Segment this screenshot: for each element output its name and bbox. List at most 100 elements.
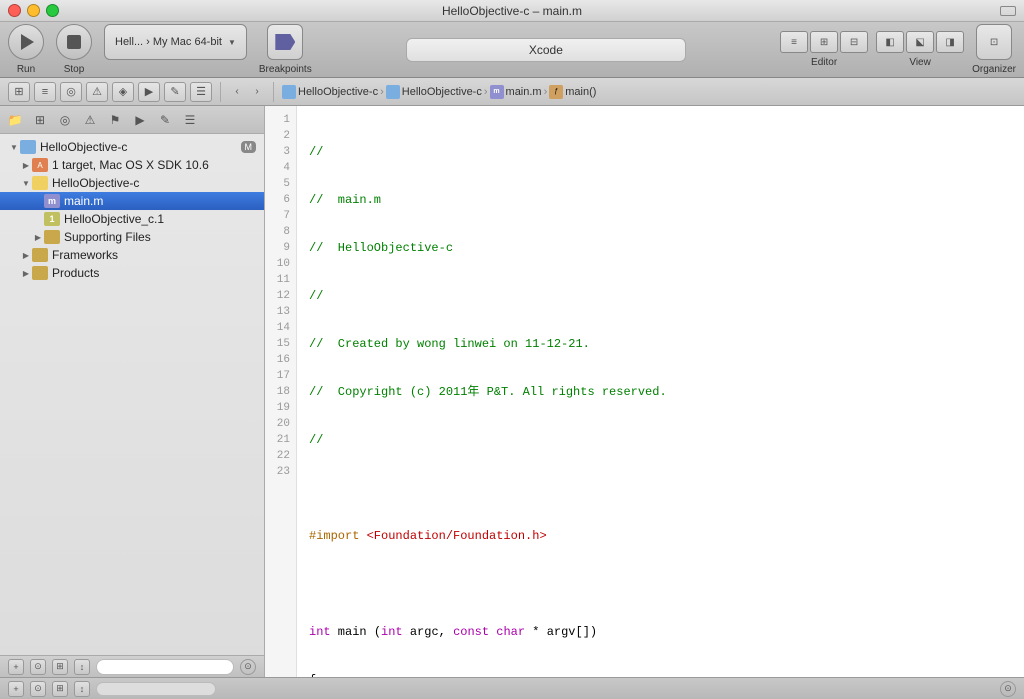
code-editor[interactable]: 1 2 3 4 5 6 7 8 9 10 11 12 13 14 15 16 1 bbox=[265, 106, 1024, 677]
code-line-10 bbox=[309, 576, 1012, 592]
tree-item-mainh[interactable]: 1 HelloObjective_c.1 bbox=[0, 210, 264, 228]
supporting-folder-icon bbox=[44, 230, 60, 244]
left-log-button[interactable]: ☰ bbox=[179, 110, 201, 130]
run-button[interactable] bbox=[8, 24, 44, 60]
organizer-group: ⊡ Organizer bbox=[972, 24, 1016, 75]
code-line-3: // HelloObjective-c bbox=[309, 240, 1012, 256]
xcode-display: Xcode bbox=[406, 38, 686, 62]
tree-item-target[interactable]: ▶ A 1 target, Mac OS X SDK 10.6 bbox=[0, 156, 264, 174]
target-label: 1 target, Mac OS X SDK 10.6 bbox=[52, 158, 209, 172]
breadcrumb-function[interactable]: main() bbox=[565, 86, 596, 98]
left-edit-button[interactable]: ✎ bbox=[154, 110, 176, 130]
products-label: Products bbox=[52, 266, 99, 280]
nav-list-button[interactable]: ≡ bbox=[34, 82, 56, 102]
tree-arrow-group: ▼ bbox=[20, 179, 32, 188]
left-grid-button[interactable]: ⊞ bbox=[52, 659, 68, 675]
run-group: Run bbox=[8, 24, 44, 75]
code-line-8 bbox=[309, 480, 1012, 496]
ln-2: 2 bbox=[265, 128, 296, 144]
file-tree: ▼ HelloObjective-c M ▶ A 1 target, Mac O… bbox=[0, 134, 264, 655]
stop-button[interactable] bbox=[56, 24, 92, 60]
left-play-button[interactable]: ▶ bbox=[129, 110, 151, 130]
editor-standard-button[interactable]: ≡ bbox=[780, 31, 808, 53]
breadcrumb-project[interactable]: HelloObjective-c bbox=[298, 86, 378, 98]
left-folder-button[interactable]: 📁 bbox=[4, 110, 26, 130]
tree-item-products[interactable]: ▶ Products bbox=[0, 264, 264, 282]
left-clock-button[interactable]: ⊙ bbox=[30, 659, 46, 675]
left-warn-button[interactable]: ⚠ bbox=[79, 110, 101, 130]
left-bottom-bar: + ⊙ ⊞ ↕ ⊙ bbox=[0, 655, 264, 677]
close-button[interactable] bbox=[8, 4, 21, 17]
left-list-button[interactable]: ⊞ bbox=[29, 110, 51, 130]
organizer-button[interactable]: ⊡ bbox=[976, 24, 1012, 60]
nav-folder-button[interactable]: ⊞ bbox=[8, 82, 30, 102]
editor-group: ≡ ⊞ ⊟ Editor bbox=[780, 31, 868, 68]
scheme-selector[interactable]: Hell... › My Mac 64-bit ▼ bbox=[104, 24, 247, 60]
editor-version-button[interactable]: ⊟ bbox=[840, 31, 868, 53]
left-sort-button[interactable]: ↕ bbox=[74, 659, 90, 675]
status-add-button[interactable]: + bbox=[8, 681, 24, 697]
view-bottom-button[interactable]: ⬕ bbox=[906, 31, 934, 53]
nav-search-button[interactable]: ◈ bbox=[112, 82, 134, 102]
code-content[interactable]: // // main.m // HelloObjective-c // // C… bbox=[297, 106, 1024, 677]
breadcrumb-sep-3: › bbox=[544, 86, 548, 98]
stop-icon bbox=[67, 35, 81, 49]
supporting-label: Supporting Files bbox=[64, 230, 151, 244]
view-buttons: ◧ ⬕ ◨ bbox=[876, 31, 964, 53]
breadcrumb-file[interactable]: main.m bbox=[506, 86, 542, 98]
status-sort-button[interactable]: ↕ bbox=[74, 681, 90, 697]
editor-assistant-button[interactable]: ⊞ bbox=[810, 31, 838, 53]
nav-debug-button[interactable]: ▶ bbox=[138, 82, 160, 102]
left-toolbar: 📁 ⊞ ◎ ⚠ ⚑ ▶ ✎ ☰ bbox=[0, 106, 264, 134]
status-circle-button[interactable]: ⊙ bbox=[1000, 681, 1016, 697]
ln-15: 15 bbox=[265, 336, 296, 352]
ln-13: 13 bbox=[265, 304, 296, 320]
tree-item-frameworks[interactable]: ▶ Frameworks bbox=[0, 246, 264, 264]
project-badge: M bbox=[241, 141, 257, 153]
nav-back-button[interactable]: ‹ bbox=[229, 82, 245, 102]
mainm-label: main.m bbox=[64, 194, 103, 208]
left-add-button[interactable]: + bbox=[8, 659, 24, 675]
tree-arrow-products: ▶ bbox=[20, 269, 32, 278]
code-line-11: int main (int argc, const char * argv[]) bbox=[309, 624, 1012, 640]
nav-log-button[interactable]: ☰ bbox=[190, 82, 212, 102]
left-recent-button[interactable]: ⊙ bbox=[240, 659, 256, 675]
view-left-button[interactable]: ◧ bbox=[876, 31, 904, 53]
ln-8: 8 bbox=[265, 224, 296, 240]
mainh-label: HelloObjective_c.1 bbox=[64, 212, 164, 226]
view-right-button[interactable]: ◨ bbox=[936, 31, 964, 53]
window-title: HelloObjective-c – main.m bbox=[442, 4, 582, 18]
minimize-button[interactable] bbox=[27, 4, 40, 17]
tree-item-mainm[interactable]: m main.m bbox=[0, 192, 264, 210]
left-filter-input[interactable] bbox=[96, 659, 234, 675]
status-clock-button[interactable]: ⊙ bbox=[30, 681, 46, 697]
status-grid-button[interactable]: ⊞ bbox=[52, 681, 68, 697]
tree-item-project[interactable]: ▼ HelloObjective-c M bbox=[0, 138, 264, 156]
ln-19: 19 bbox=[265, 400, 296, 416]
ln-23: 23 bbox=[265, 464, 296, 480]
tree-item-supporting[interactable]: ▶ Supporting Files bbox=[0, 228, 264, 246]
resize-button[interactable] bbox=[1000, 6, 1016, 16]
left-flag-button[interactable]: ⚑ bbox=[104, 110, 126, 130]
view-label: View bbox=[909, 57, 931, 68]
breakpoints-group: Breakpoints bbox=[259, 24, 312, 75]
nav-forward-button[interactable]: › bbox=[249, 82, 265, 102]
nav-history-button[interactable]: ◎ bbox=[60, 82, 82, 102]
code-line-2: // main.m bbox=[309, 192, 1012, 208]
breakpoints-button[interactable] bbox=[267, 24, 303, 60]
breadcrumb-sep-1: › bbox=[380, 86, 384, 98]
maximize-button[interactable] bbox=[46, 4, 59, 17]
project-label: HelloObjective-c bbox=[40, 140, 127, 154]
ln-16: 16 bbox=[265, 352, 296, 368]
status-progress-bar bbox=[96, 682, 216, 696]
nav-warn-button[interactable]: ⚠ bbox=[86, 82, 108, 102]
status-bar: + ⊙ ⊞ ↕ ⊙ bbox=[0, 677, 1024, 699]
nav-source-button[interactable]: ✎ bbox=[164, 82, 186, 102]
breadcrumb-group[interactable]: HelloObjective-c bbox=[402, 86, 482, 98]
h-file-icon: 1 bbox=[44, 212, 60, 226]
tree-arrow-target: ▶ bbox=[20, 161, 32, 170]
editor-area: 1 2 3 4 5 6 7 8 9 10 11 12 13 14 15 16 1 bbox=[265, 106, 1024, 677]
tree-item-group[interactable]: ▼ HelloObjective-c bbox=[0, 174, 264, 192]
left-search-button[interactable]: ◎ bbox=[54, 110, 76, 130]
nav-separator bbox=[220, 82, 221, 102]
